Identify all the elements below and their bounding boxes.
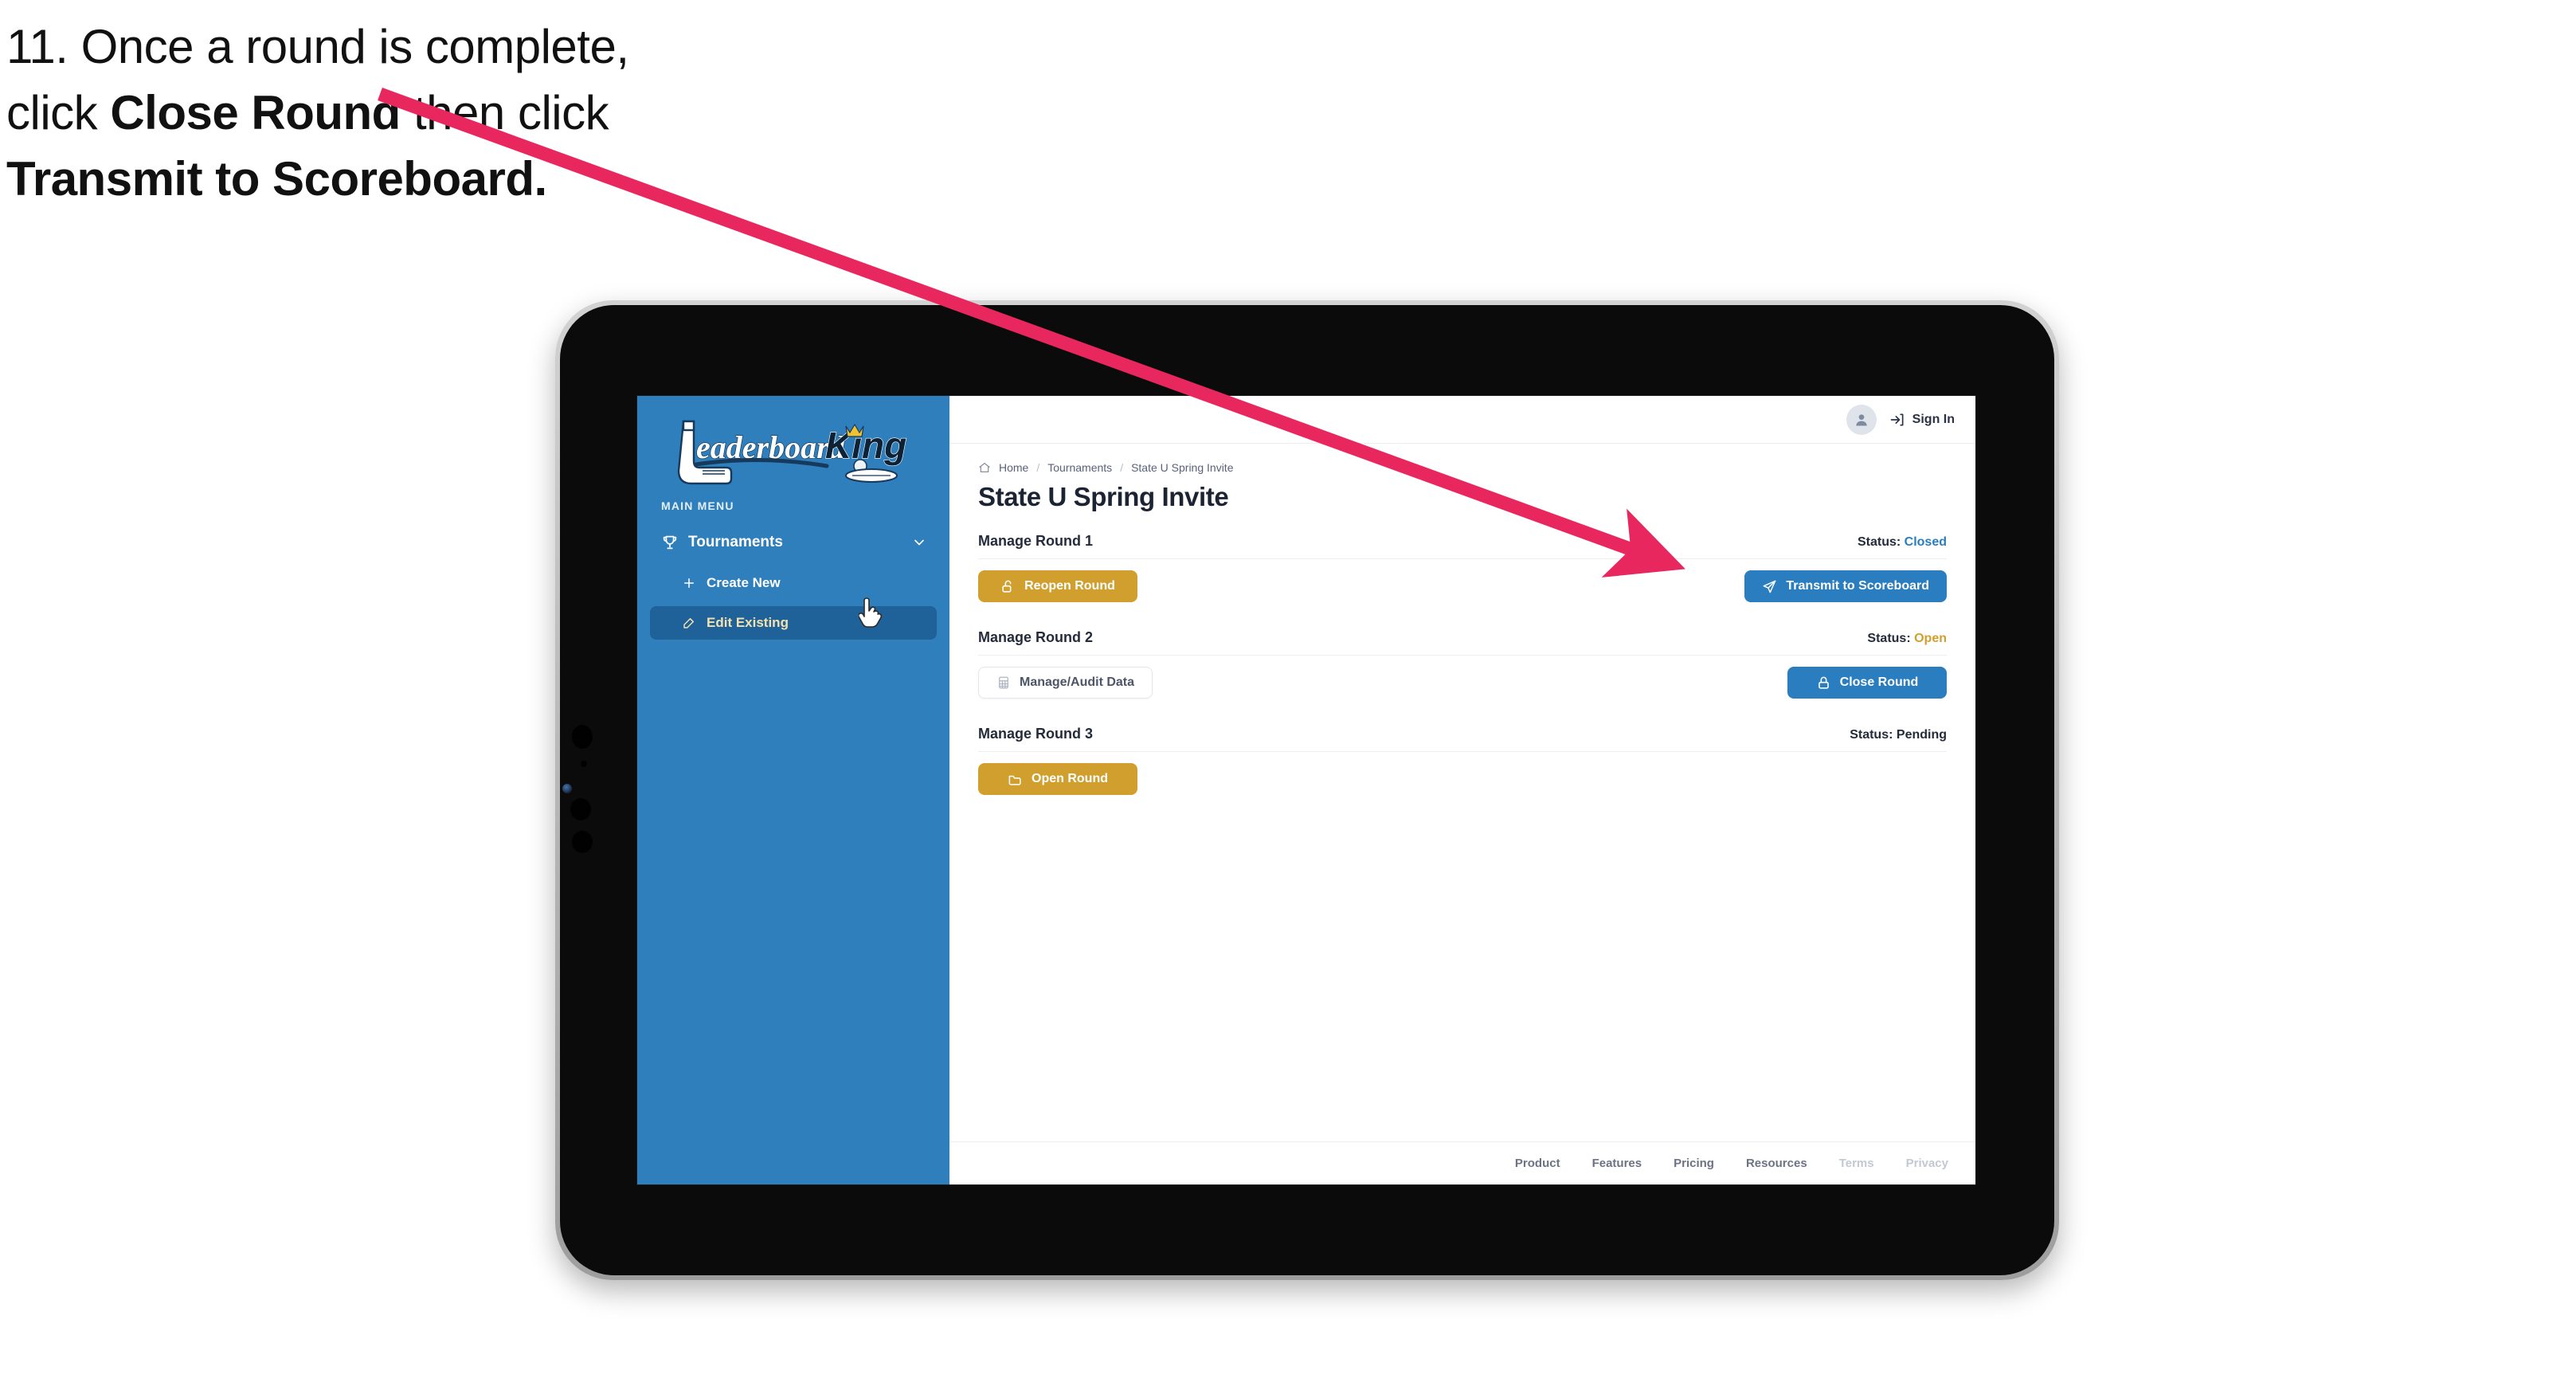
sign-in-button[interactable]: Sign In [1889, 412, 1955, 428]
folder-open-icon [1008, 772, 1023, 787]
breadcrumb-item-tournaments[interactable]: Tournaments [1047, 461, 1112, 474]
sidebar-item-edit-existing[interactable]: Edit Existing [650, 606, 937, 640]
home-icon[interactable] [978, 461, 991, 474]
round-2-actions: Manage/Audit Data Close Round [978, 667, 1947, 699]
round-3-status-label: Status: [1850, 728, 1893, 742]
caption-line-1-text: 11. Once a round is complete, [6, 20, 629, 73]
round-3-name: Manage Round 3 [978, 726, 1094, 742]
plus-icon [682, 576, 696, 590]
sidebar-item-create-new-label: Create New [707, 575, 781, 590]
round-1-header: Manage Round 1 Status: Closed [978, 533, 1947, 559]
device-sensor-dot [581, 761, 587, 767]
open-round-label: Open Round [1032, 772, 1108, 785]
manage-audit-data-label: Manage/Audit Data [1020, 675, 1135, 689]
round-3-header: Manage Round 3 Status: Pending [978, 726, 1947, 752]
chevron-down-icon[interactable] [911, 534, 927, 550]
sidebar-section-label: MAIN MENU [661, 499, 734, 512]
footer-link-product[interactable]: Product [1515, 1157, 1560, 1170]
footer-link-terms[interactable]: Terms [1839, 1157, 1874, 1170]
lock-icon [1816, 675, 1831, 691]
svg-text:King: King [825, 425, 906, 466]
round-block-3: Manage Round 3 Status: Pending Open Roun… [978, 726, 1947, 795]
round-1-status: Status: Closed [1858, 535, 1947, 550]
trophy-icon [661, 534, 679, 551]
caption-transmit-emphasis: Transmit to Scoreboard. [6, 151, 547, 206]
device-button-mid [570, 798, 591, 820]
user-avatar-icon[interactable] [1846, 404, 1877, 435]
round-1-name: Manage Round 1 [978, 533, 1094, 549]
caption-line-2-suffix: then click [400, 85, 609, 139]
footer: Product Features Pricing Resources Terms… [949, 1141, 1975, 1184]
open-round-button[interactable]: Open Round [978, 763, 1137, 795]
round-1-status-label: Status: [1857, 535, 1901, 549]
reopen-round-button[interactable]: Reopen Round [978, 570, 1137, 602]
caption-line-2-prefix: click [6, 85, 111, 139]
round-1-actions: Reopen Round Transmit to Scoreboard [978, 570, 1947, 602]
sidebar-item-tournaments-label: Tournaments [688, 534, 783, 550]
caption-line-3: Transmit to Scoreboard. [6, 147, 883, 213]
paper-plane-icon [1762, 579, 1777, 594]
manage-audit-data-button[interactable]: Manage/Audit Data [978, 667, 1153, 699]
round-2-status: Status: Open [1867, 632, 1947, 646]
sidebar-item-create-new[interactable]: Create New [650, 566, 937, 600]
round-2-status-label: Status: [1867, 632, 1911, 645]
leaderboard-king-logo-icon: eaderboard King [677, 420, 907, 485]
footer-link-pricing[interactable]: Pricing [1674, 1157, 1714, 1170]
breadcrumb-item-home[interactable]: Home [999, 461, 1028, 474]
caption-close-round-emphasis: Close Round [110, 85, 401, 139]
round-3-actions: Open Round [978, 763, 1947, 795]
breadcrumb: Home / Tournaments / State U Spring Invi… [978, 461, 1947, 474]
main-content: Sign In Home / Tournaments / State U Spr… [949, 396, 1975, 1184]
instruction-caption: 11. Once a round is complete, click Clos… [6, 14, 883, 212]
transmit-to-scoreboard-label: Transmit to Scoreboard [1786, 579, 1929, 593]
grid-table-icon [996, 675, 1011, 690]
breadcrumb-item-current: State U Spring Invite [1131, 461, 1234, 474]
sidebar-nav-group: Tournaments Create New Edit Existing [637, 525, 949, 640]
sign-in-arrow-icon [1889, 412, 1905, 428]
round-block-2: Manage Round 2 Status: Open Manage/Audit… [978, 629, 1947, 699]
reopen-round-label: Reopen Round [1024, 579, 1115, 593]
device-button-bottom [572, 831, 593, 853]
caption-line-2: click Close Round then click [6, 80, 883, 147]
pencil-square-icon [682, 616, 696, 630]
unlock-icon [1000, 579, 1016, 594]
round-3-status-value: Pending [1896, 728, 1947, 742]
sidebar-item-edit-existing-label: Edit Existing [707, 615, 789, 630]
page-title: State U Spring Invite [978, 482, 1229, 511]
breadcrumb-separator: / [1036, 461, 1040, 474]
round-2-header: Manage Round 2 Status: Open [978, 629, 1947, 656]
device-button-top [572, 725, 593, 749]
close-round-label: Close Round [1839, 675, 1919, 689]
transmit-to-scoreboard-button[interactable]: Transmit to Scoreboard [1744, 570, 1947, 602]
sidebar: eaderboard King MAIN MENU Tournaments Cr… [637, 396, 949, 1184]
round-2-name: Manage Round 2 [978, 629, 1094, 645]
round-block-1: Manage Round 1 Status: Closed Reopen Rou… [978, 533, 1947, 602]
top-bar: Sign In [949, 396, 1975, 444]
app-logo[interactable]: eaderboard King [637, 396, 949, 485]
round-1-status-value: Closed [1904, 535, 1947, 549]
close-round-button[interactable]: Close Round [1787, 667, 1947, 699]
tablet-screen: eaderboard King MAIN MENU Tournaments Cr… [637, 396, 1975, 1184]
page-content: Home / Tournaments / State U Spring Invi… [949, 444, 1975, 1141]
footer-link-privacy[interactable]: Privacy [1906, 1157, 1948, 1170]
screenshot-stage: 11. Once a round is complete, click Clos… [0, 0, 2576, 1386]
device-camera-lens [562, 784, 572, 793]
footer-link-resources[interactable]: Resources [1746, 1157, 1807, 1170]
round-3-status: Status: Pending [1850, 728, 1947, 742]
sign-in-label: Sign In [1912, 412, 1955, 426]
breadcrumb-separator: / [1120, 461, 1124, 474]
sidebar-item-tournaments[interactable]: Tournaments [650, 525, 937, 560]
footer-link-features[interactable]: Features [1592, 1157, 1642, 1170]
caption-line-1: 11. Once a round is complete, [6, 14, 883, 80]
round-2-status-value: Open [1914, 632, 1947, 645]
